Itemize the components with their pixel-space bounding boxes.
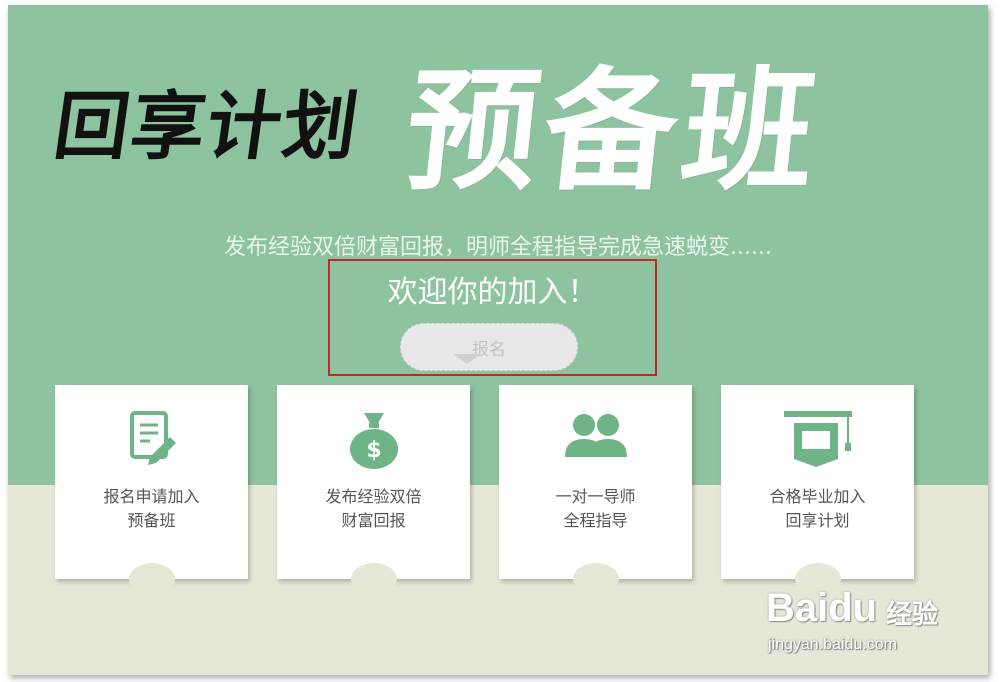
card-label-line1: 合格毕业加入: [769, 487, 866, 506]
card-label-line2: 全程指导: [563, 511, 628, 530]
title-calligraphy-left: 回享计划: [49, 84, 366, 170]
feature-card-graduate[interactable]: 合格毕业加入 回享计划: [721, 385, 914, 595]
feature-card-label: 合格毕业加入 回享计划: [721, 485, 914, 533]
title-calligraphy-right: 预备班: [398, 54, 829, 209]
feature-card-reward[interactable]: $ 发布经验双倍 财富回报: [277, 385, 470, 595]
banner-subtitle: 发布经验双倍财富回报，明师全程指导完成急速蜕变......: [224, 235, 772, 260]
application-form-icon: [55, 407, 248, 473]
card-notch: [351, 563, 397, 595]
graduation-cap-icon: [721, 407, 914, 473]
signup-button[interactable]: 报名: [400, 323, 578, 371]
feature-card-mentor[interactable]: 一对一导师 全程指导: [499, 385, 692, 595]
watermark-brand: 经验: [886, 600, 939, 630]
card-label-line1: 一对一导师: [555, 487, 636, 506]
card-label-line2: 财富回报: [341, 511, 406, 530]
card-notch: [129, 563, 175, 595]
card-label-line2: 预备班: [127, 511, 176, 530]
feature-card-label: 一对一导师 全程指导: [499, 485, 692, 533]
welcome-heading: 欢迎你的加入！: [387, 275, 598, 310]
feature-card-label: 报名申请加入 预备班: [55, 485, 248, 533]
card-label-line2: 回享计划: [785, 511, 850, 530]
cursor-arrow-icon: [453, 354, 481, 364]
feature-card-label: 发布经验双倍 财富回报: [277, 485, 470, 533]
watermark-url: jingyan.baidu.com: [768, 636, 897, 653]
card-label-line1: 报名申请加入: [103, 487, 200, 506]
card-notch: [573, 563, 619, 595]
mentor-pair-icon: [499, 407, 692, 473]
feature-card-apply[interactable]: 报名申请加入 预备班: [55, 385, 248, 595]
money-bag-icon: $: [277, 407, 470, 473]
card-label-line1: 发布经验双倍: [325, 487, 422, 506]
highlight-box: 欢迎你的加入！ 报名: [328, 259, 657, 376]
svg-text:$: $: [366, 438, 381, 463]
baidu-watermark: Baidu 经验 jingyan.baidu.com: [766, 572, 956, 662]
baidu-logo: Baidu: [766, 586, 878, 630]
